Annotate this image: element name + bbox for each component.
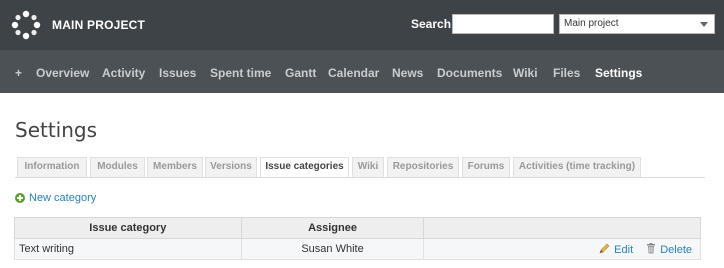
menu-item-overview[interactable]: Overview <box>36 66 89 80</box>
delete-button[interactable]: Delete <box>646 242 692 256</box>
page-title: Settings <box>15 118 98 142</box>
tab-repositories[interactable]: Repositories <box>387 157 459 177</box>
assignee-cell: Susan White <box>240 238 425 260</box>
table-row: Text writing Susan White Edit Delete <box>14 238 701 260</box>
search-input[interactable] <box>452 14 554 34</box>
menu-item-calendar[interactable]: Calendar <box>328 66 379 80</box>
menu-item-issues[interactable]: Issues <box>159 66 196 80</box>
menu-item-settings[interactable]: Settings <box>595 66 642 80</box>
chevron-down-icon <box>700 22 708 27</box>
trash-icon <box>647 242 656 253</box>
column-header-issue-category[interactable]: Issue category <box>14 217 242 239</box>
project-logo-icon[interactable] <box>10 9 42 41</box>
plus-circle-icon <box>15 193 25 203</box>
menu-item-spent-time[interactable]: Spent time <box>210 66 271 80</box>
tab-modules[interactable]: Modules <box>90 157 145 177</box>
project-select-value: Main project <box>564 18 619 29</box>
edit-label: Edit <box>614 243 634 256</box>
menu-item-files[interactable]: Files <box>553 66 580 80</box>
menu-item-new[interactable]: + <box>15 66 22 80</box>
tab-issue-categories[interactable]: Issue categories <box>260 157 349 177</box>
category-name-cell: Text writing <box>14 238 242 260</box>
tab-versions[interactable]: Versions <box>205 157 257 177</box>
tab-activities[interactable]: Activities (time tracking) <box>513 157 641 177</box>
new-category-label: New category <box>29 192 97 204</box>
edit-button[interactable]: Edit <box>599 243 636 256</box>
actions-cell: Edit Delete <box>423 238 701 260</box>
menu-item-activity[interactable]: Activity <box>102 66 145 80</box>
top-bar: MAIN PROJECT Search: Main project <box>0 0 724 50</box>
table-header-row: Issue category Assignee <box>14 217 701 239</box>
column-header-assignee[interactable]: Assignee <box>240 217 425 239</box>
tab-forums[interactable]: Forums <box>462 157 510 177</box>
tabs-divider <box>15 177 705 178</box>
tab-wiki[interactable]: Wiki <box>352 157 384 177</box>
menu-item-news[interactable]: News <box>392 66 423 80</box>
pencil-icon <box>599 243 610 253</box>
menu-item-gantt[interactable]: Gantt <box>285 66 316 80</box>
main-menu: + Overview Activity Issues Spent time Ga… <box>0 50 724 93</box>
column-header-actions <box>423 217 701 239</box>
delete-label: Delete <box>660 243 692 256</box>
project-title[interactable]: MAIN PROJECT <box>52 18 145 32</box>
menu-item-wiki[interactable]: Wiki <box>513 66 538 80</box>
tab-members[interactable]: Members <box>147 157 203 177</box>
menu-item-documents[interactable]: Documents <box>437 66 502 80</box>
issue-categories-table: Issue category Assignee Text writing Sus… <box>14 217 701 260</box>
search-label: Search: <box>411 17 456 31</box>
project-jump-select[interactable]: Main project <box>559 14 715 34</box>
tab-information[interactable]: Information <box>17 157 87 177</box>
